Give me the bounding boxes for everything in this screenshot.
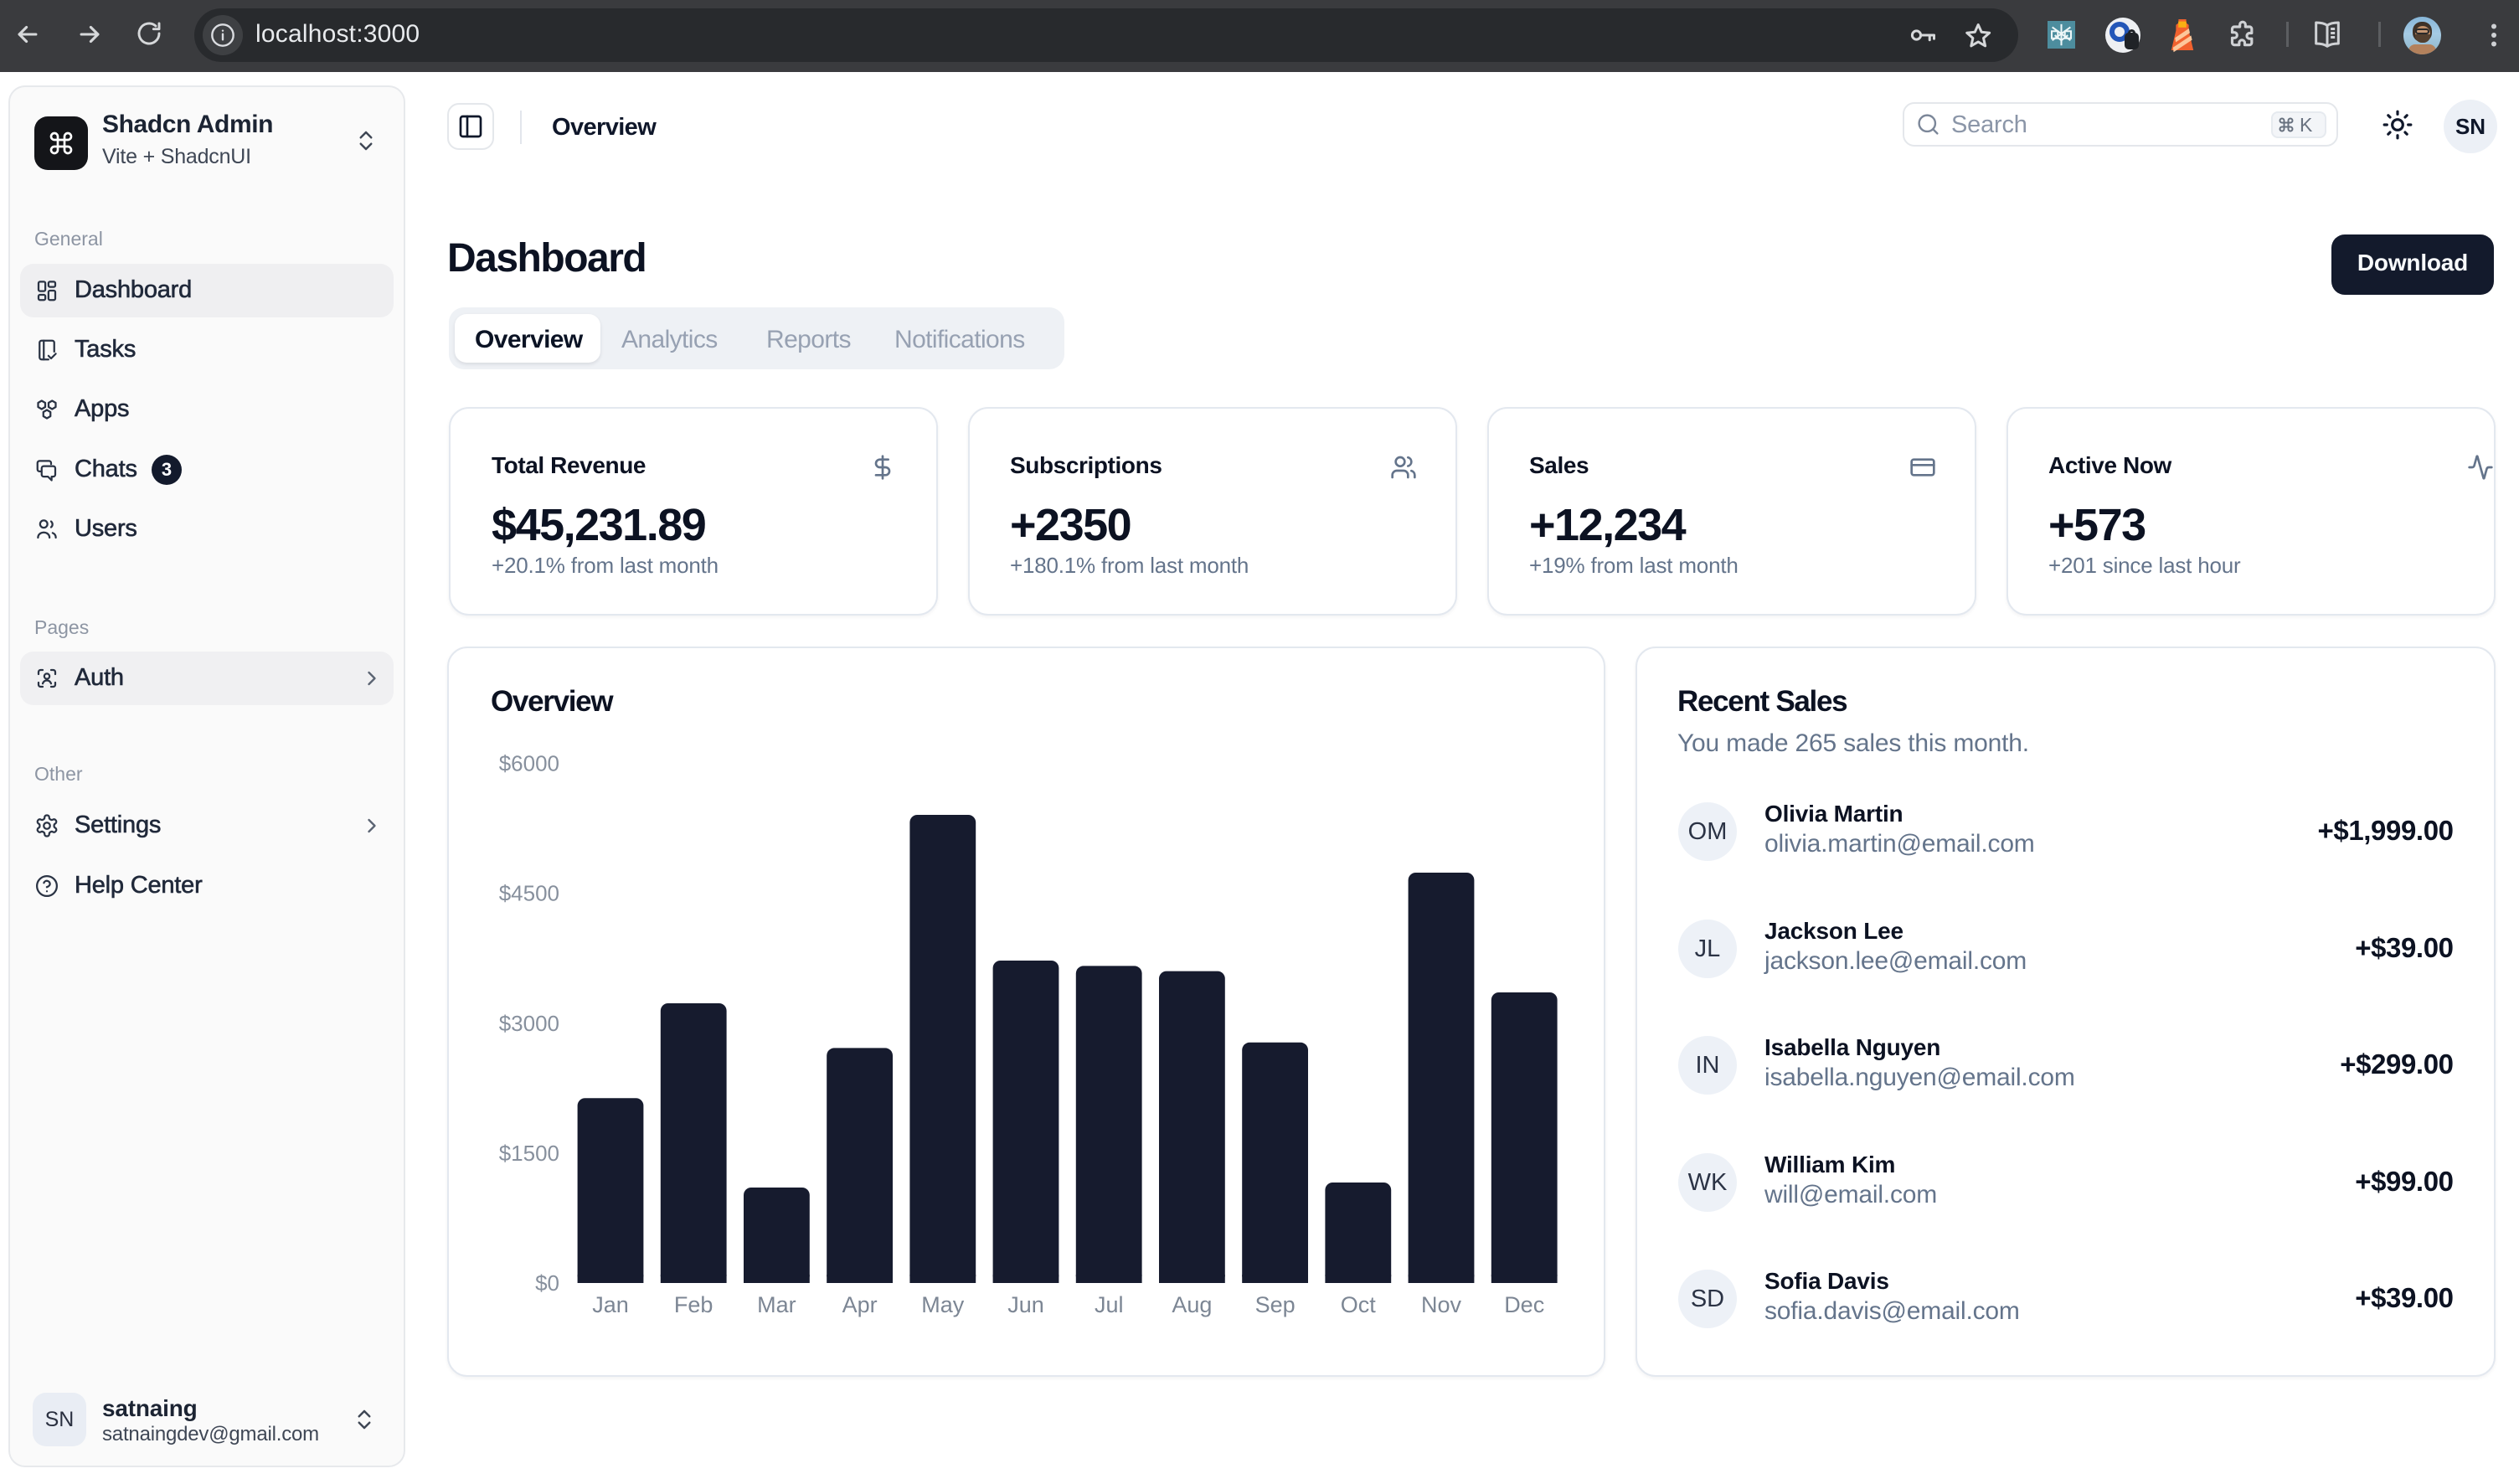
svg-text:$1500: $1500 <box>499 1141 559 1166</box>
svg-text:$6000: $6000 <box>499 750 559 775</box>
svg-text:Jan: Jan <box>592 1292 629 1317</box>
svg-text:Aug: Aug <box>1172 1292 1212 1317</box>
svg-text:$3000: $3000 <box>499 1011 559 1036</box>
svg-text:Nov: Nov <box>1421 1292 1462 1317</box>
svg-text:Oct: Oct <box>1341 1292 1377 1317</box>
svg-text:Mar: Mar <box>757 1292 796 1317</box>
svg-text:Sep: Sep <box>1255 1292 1296 1317</box>
svg-text:Jul: Jul <box>1095 1292 1124 1317</box>
svg-text:Jun: Jun <box>1007 1292 1044 1317</box>
svg-text:Dec: Dec <box>1504 1292 1544 1317</box>
svg-text:$4500: $4500 <box>499 881 559 906</box>
svg-text:May: May <box>921 1292 965 1317</box>
svg-text:Feb: Feb <box>674 1292 713 1317</box>
svg-text:$0: $0 <box>535 1270 559 1296</box>
svg-text:Apr: Apr <box>842 1292 878 1317</box>
